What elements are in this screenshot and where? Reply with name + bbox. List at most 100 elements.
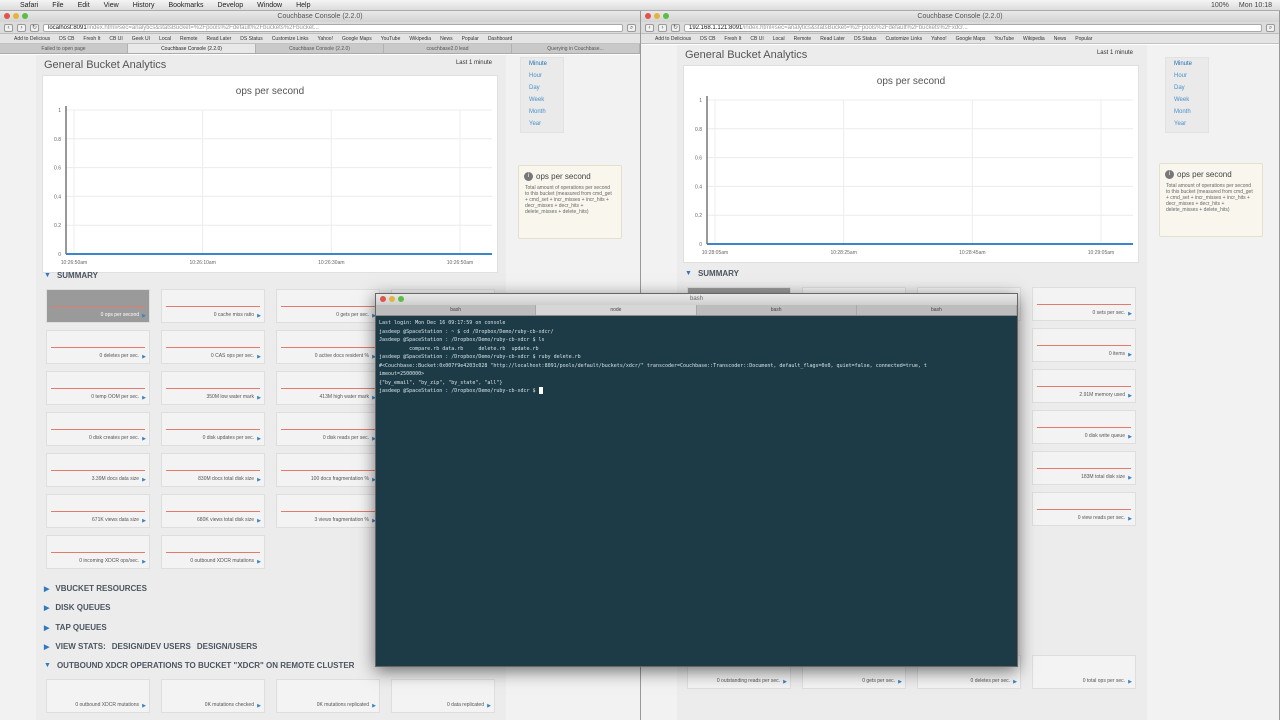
bookmark-link[interactable]: Local [159,36,171,42]
search-icon[interactable]: ⌕ [1266,23,1275,32]
bookmark-link[interactable]: Local [773,36,785,42]
bookmark-link[interactable]: YouTube [994,36,1014,42]
summary-tile[interactable]: 413M high water mark▶ [276,371,380,405]
summary-tile[interactable]: 680K views total disk size ▶ [161,494,265,528]
terminal-tab[interactable]: bash [376,305,537,315]
back-icon[interactable]: ‹ [645,23,654,32]
summary-tile[interactable]: 3.39M docs data size ▶ [46,453,150,487]
bookmark-link[interactable]: DS CB [59,36,74,42]
minimize-icon[interactable] [13,13,19,19]
bookmark-link[interactable]: Add to Delicious [655,36,691,42]
expand-arrow-icon[interactable]: ▶ [257,703,261,709]
zoom-option-year[interactable]: Year [1174,121,1208,130]
view-stats-design-dev-users[interactable]: DESIGN/DEV USERS [112,642,191,651]
close-icon[interactable] [645,13,651,19]
zoom-option-month[interactable]: Month [1174,109,1208,118]
expand-arrow-icon[interactable]: ▶ [257,436,261,442]
summary-tile[interactable]: 183M total disk size ▶ [1032,451,1136,485]
zoom-option-year[interactable]: Year [529,121,563,130]
expand-arrow-icon[interactable]: ▶ [257,313,261,319]
search-icon[interactable]: ⌕ [627,23,636,32]
window-titlebar[interactable]: Couchbase Console (2.2.0) [0,11,640,22]
zoom-option-week[interactable]: Week [529,97,563,106]
expand-arrow-icon[interactable]: ▶ [142,703,146,709]
bookmark-link[interactable]: Read Later [820,36,845,42]
section-view-stats[interactable]: ▶ VIEW STATS: DESIGN/DEV USERS DESIGN/US… [44,642,257,651]
terminal-tab[interactable]: bash [697,305,857,315]
back-icon[interactable]: ‹ [4,23,13,32]
expand-arrow-icon[interactable]: ▶ [1128,516,1132,522]
expand-arrow-icon[interactable]: ▶ [1128,679,1132,685]
expand-arrow-icon[interactable]: ▶ [257,395,261,401]
summary-tile[interactable]: 0 incoming XDCR ops/sec. ▶ [46,535,150,569]
bookmark-link[interactable]: Wikipedia [409,36,431,42]
bookmark-link[interactable]: Wikipedia [1023,36,1045,42]
summary-section-toggle[interactable]: ▼ SUMMARY [685,269,739,278]
summary-tile[interactable]: 671K views data size ▶ [46,494,150,528]
summary-tile[interactable]: 0 view reads per sec. ▶ [1032,492,1136,526]
clock[interactable]: Mon 10:18 [1239,2,1272,9]
bookmark-link[interactable]: CB UI [109,36,122,42]
browser-tab[interactable]: Querying in Couchbase... [512,44,640,53]
minimize-icon[interactable] [389,296,395,302]
summary-tile[interactable]: 0 active docs resident %▶ [276,330,380,364]
terminal-output[interactable]: Last login: Mon Dec 16 09:17:59 on conso… [376,316,1017,399]
bookmark-link[interactable]: Fresh It [83,36,100,42]
view-stats-design-users[interactable]: DESIGN/USERS [197,642,257,651]
bookmark-link[interactable]: YouTube [381,36,401,42]
terminal-window[interactable]: bash bash node bash bash Last login: Mon… [375,293,1018,667]
menu-view[interactable]: View [104,2,119,9]
bookmark-link[interactable]: Yahoo! [931,36,946,42]
browser-tab[interactable]: Couchbase Console (2.2.0) [128,44,256,53]
summary-tile[interactable]: 0 cache miss ratio ▶ [161,289,265,323]
browser-tab[interactable]: Failed to open page [0,44,128,53]
bookmark-link[interactable]: DS CB [700,36,715,42]
address-bar[interactable]: localhost:8091/index.html#sec=analytics&… [43,23,623,32]
summary-section-toggle[interactable]: ▼ SUMMARY [44,271,98,280]
summary-tile[interactable]: 0 CAS ops per sec. ▶ [161,330,265,364]
summary-tile[interactable]: 830M docs total disk size ▶ [161,453,265,487]
summary-tile[interactable]: 0 disk write queue ▶ [1032,410,1136,444]
window-titlebar[interactable]: Couchbase Console (2.2.0) [641,11,1279,22]
zoom-icon[interactable] [22,13,28,19]
expand-arrow-icon[interactable]: ▶ [257,354,261,360]
summary-tile[interactable]: 0 disk updates per sec. ▶ [161,412,265,446]
battery-status[interactable]: 100% [1211,2,1229,9]
bookmark-link[interactable]: Popular [462,36,479,42]
minimize-icon[interactable] [654,13,660,19]
section-disk-queues[interactable]: ▶ DISK QUEUES [44,603,111,612]
section-vbucket-resources[interactable]: ▶ VBUCKET RESOURCES [44,584,147,593]
summary-tile[interactable]: 0 outbound XDCR mutations ▶ [161,535,265,569]
summary-tile[interactable]: 3 views fragmentation %▶ [276,494,380,528]
expand-arrow-icon[interactable]: ▶ [487,703,491,709]
terminal-titlebar[interactable]: bash [376,294,1017,305]
zoom-option-minute[interactable]: Minute [1174,61,1208,70]
bookmark-link[interactable]: CB UI [750,36,763,42]
terminal-tab[interactable]: bash [857,305,1017,315]
bookmark-link[interactable]: DS Status [240,36,263,42]
address-bar[interactable]: 192.168.1.121:8091/index.html#sec=analyt… [684,23,1262,32]
expand-arrow-icon[interactable]: ▶ [783,679,787,685]
bookmark-link[interactable]: Popular [1075,36,1092,42]
reload-icon[interactable]: ↻ [671,23,680,32]
terminal-tab[interactable]: node [536,305,697,315]
expand-arrow-icon[interactable]: ▶ [898,679,902,685]
bookmark-link[interactable]: Customize Links [885,36,922,42]
xdcr-tile[interactable]: 0 data replicated ▶ [391,679,495,713]
summary-tile[interactable]: 350M low water mark ▶ [161,371,265,405]
zoom-icon[interactable] [398,296,404,302]
expand-arrow-icon[interactable]: ▶ [257,477,261,483]
menu-bookmarks[interactable]: Bookmarks [168,2,203,9]
summary-tile[interactable]: 100 docs fragmentation %▶ [276,453,380,487]
expand-arrow-icon[interactable]: ▶ [142,559,146,565]
zoom-option-hour[interactable]: Hour [529,73,563,82]
browser-tab[interactable]: Couchbase Console (2.2.0) [256,44,384,53]
summary-tile[interactable]: 0 disk reads per sec.▶ [276,412,380,446]
expand-arrow-icon[interactable]: ▶ [142,477,146,483]
forward-icon[interactable]: › [658,23,667,32]
menu-help[interactable]: Help [296,2,310,9]
bookmark-link[interactable]: Yahoo! [317,36,332,42]
bookmark-link[interactable]: Dashboard [488,36,512,42]
summary-tile[interactable]: 0 sets per sec. ▶ [1032,287,1136,321]
close-icon[interactable] [4,13,10,19]
